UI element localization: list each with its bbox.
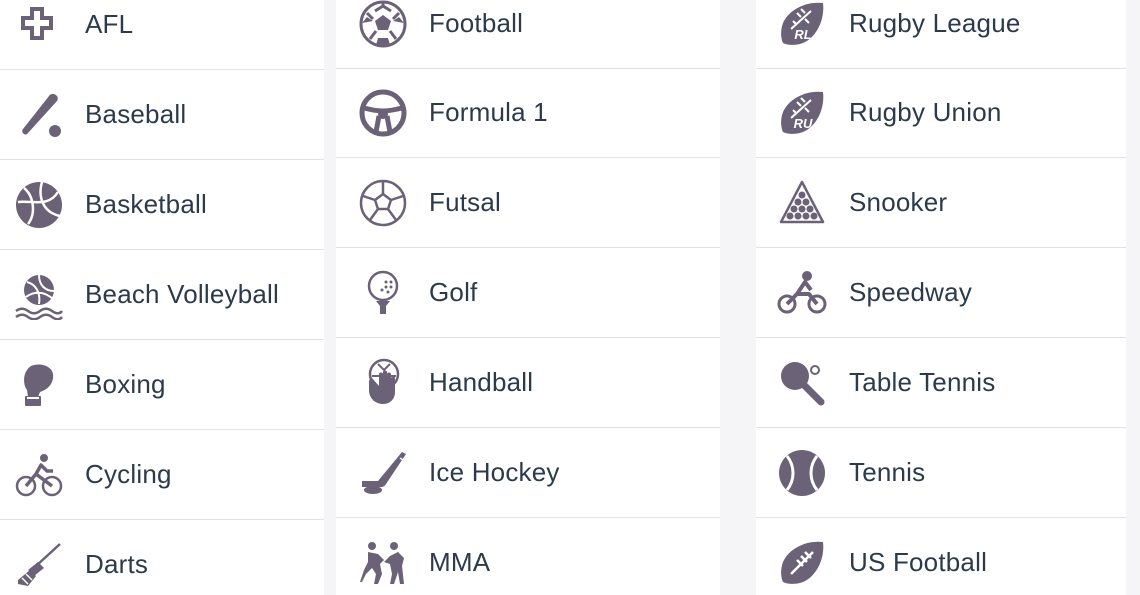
sport-label: Rugby Union <box>849 97 1002 127</box>
rugby-union-ball-icon: RU <box>777 88 827 138</box>
sport-label: Speedway <box>849 277 973 307</box>
sports-column-2: Football Formula 1 Futsal Golf Handball <box>336 0 720 595</box>
sport-label: Snooker <box>849 187 948 217</box>
sport-item-snooker[interactable]: Snooker <box>756 158 1126 248</box>
basketball-icon <box>14 180 64 230</box>
sport-item-formula-1[interactable]: Formula 1 <box>336 68 720 158</box>
sport-item-handball[interactable]: Handball <box>336 338 720 428</box>
sports-column-1: AFL Baseball Basketball Beach Volleyball… <box>0 0 324 595</box>
sport-item-baseball[interactable]: Baseball <box>0 70 324 160</box>
table-tennis-paddle-icon <box>777 358 827 408</box>
sport-item-table-tennis[interactable]: Table Tennis <box>756 338 1126 428</box>
afl-icon <box>14 0 64 50</box>
sport-label: Boxing <box>85 369 166 399</box>
sports-list: AFL Baseball Basketball Beach Volleyball… <box>0 0 1140 595</box>
speedway-motorbike-icon <box>777 268 827 318</box>
sport-label: Tennis <box>849 457 926 487</box>
rugby-league-badge: RL <box>794 27 811 42</box>
sport-item-rugby-union[interactable]: RU Rugby Union <box>756 68 1126 158</box>
sport-item-us-football[interactable]: US Football <box>756 518 1126 595</box>
boxing-glove-icon <box>14 360 64 410</box>
soccer-ball-icon <box>358 0 408 49</box>
sport-label: Golf <box>429 277 478 307</box>
sport-item-football[interactable]: Football <box>336 0 720 69</box>
sport-label: Ice Hockey <box>429 457 560 487</box>
cycling-icon <box>14 450 64 500</box>
futsal-ball-icon <box>358 178 408 228</box>
snooker-balls-icon <box>777 178 827 228</box>
golf-ball-icon <box>358 268 408 318</box>
sport-item-futsal[interactable]: Futsal <box>336 158 720 248</box>
steering-wheel-icon <box>358 88 408 138</box>
sport-label: Table Tennis <box>849 367 996 397</box>
beach-volleyball-icon <box>14 270 64 320</box>
sport-label: Darts <box>85 549 149 579</box>
sport-label: Baseball <box>85 99 187 129</box>
sport-item-cycling[interactable]: Cycling <box>0 430 324 520</box>
sport-item-darts[interactable]: Darts <box>0 520 324 595</box>
sport-label: Cycling <box>85 459 172 489</box>
american-football-icon <box>777 538 827 588</box>
sport-label: Handball <box>429 367 534 397</box>
hockey-stick-icon <box>358 448 408 498</box>
sport-label: Basketball <box>85 189 207 219</box>
mma-wrestlers-icon <box>358 538 408 588</box>
sport-item-basketball[interactable]: Basketball <box>0 160 324 250</box>
sport-label: Formula 1 <box>429 97 548 127</box>
sport-item-speedway[interactable]: Speedway <box>756 248 1126 338</box>
baseball-bat-icon <box>14 90 64 140</box>
sport-label: Rugby League <box>849 8 1021 38</box>
rugby-league-ball-icon: RL <box>777 0 827 49</box>
sport-item-afl[interactable]: AFL <box>0 0 324 70</box>
sport-item-beach-volleyball[interactable]: Beach Volleyball <box>0 250 324 340</box>
sport-item-ice-hockey[interactable]: Ice Hockey <box>336 428 720 518</box>
sport-item-golf[interactable]: Golf <box>336 248 720 338</box>
tennis-ball-icon <box>777 448 827 498</box>
sport-item-rugby-league[interactable]: RL Rugby League <box>756 0 1126 69</box>
sport-label: Beach Volleyball <box>85 279 279 309</box>
dart-icon <box>14 540 64 590</box>
sport-item-mma[interactable]: MMA <box>336 518 720 595</box>
handball-icon <box>358 358 408 408</box>
sport-item-tennis[interactable]: Tennis <box>756 428 1126 518</box>
sport-item-boxing[interactable]: Boxing <box>0 340 324 430</box>
sport-label: Football <box>429 8 524 38</box>
sport-label: US Football <box>849 547 988 577</box>
sport-label: MMA <box>429 547 491 577</box>
sport-label: Futsal <box>429 187 502 217</box>
rugby-union-badge: RU <box>794 116 813 131</box>
sports-column-3: RL Rugby League RU Rugby Union Snooker S… <box>756 0 1126 595</box>
sport-label: AFL <box>85 9 134 39</box>
